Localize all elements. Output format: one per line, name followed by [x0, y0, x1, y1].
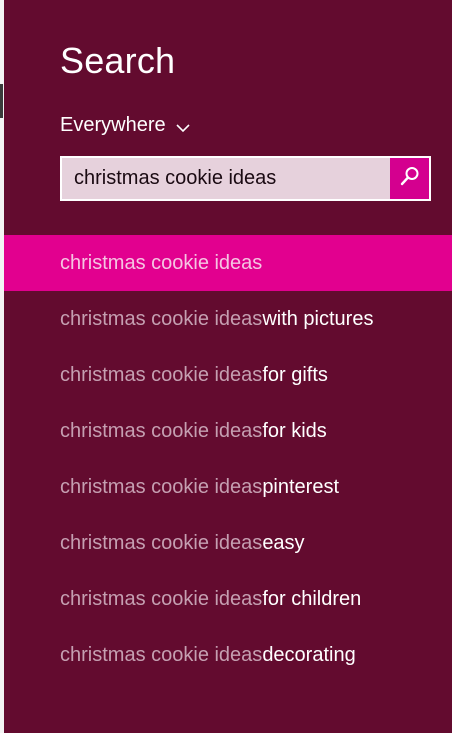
suggestion-item[interactable]: christmas cookie ideas easy — [4, 515, 452, 571]
panel-title: Search — [60, 40, 176, 81]
suggestion-item[interactable]: christmas cookie ideas for children — [4, 571, 452, 627]
suggestion-completion: easy — [262, 531, 305, 554]
suggestion-query: christmas cookie ideas — [60, 531, 263, 554]
suggestion-query: christmas cookie ideas — [60, 475, 263, 498]
magnifier-icon — [399, 165, 421, 192]
suggestion-completion: with pictures — [262, 307, 374, 330]
suggestion-query: christmas cookie ideas — [60, 419, 263, 442]
suggestion-query: christmas cookie ideas — [60, 251, 263, 274]
search-scope-dropdown[interactable]: Everywhere — [60, 112, 190, 138]
search-scope-label: Everywhere — [60, 113, 166, 136]
suggestion-completion: pinterest — [262, 475, 340, 498]
suggestion-completion: for children — [262, 587, 362, 610]
suggestion-item[interactable]: christmas cookie ideas pinterest — [4, 459, 452, 515]
suggestion-item[interactable]: christmas cookie ideas for gifts — [4, 347, 452, 403]
suggestion-query: christmas cookie ideas — [60, 643, 263, 666]
backdrop-fragment — [0, 84, 3, 118]
search-button[interactable] — [390, 158, 429, 199]
chevron-down-icon — [176, 118, 190, 133]
suggestion-item[interactable]: christmas cookie ideas for kids — [4, 403, 452, 459]
suggestion-completion: for gifts — [262, 363, 328, 386]
suggestion-completion: decorating — [262, 643, 356, 666]
suggestion-item[interactable]: christmas cookie ideas decorating — [4, 627, 452, 683]
search-charm-panel: Search Everywhere christmas cookie ideas… — [4, 0, 452, 733]
search-box — [60, 156, 431, 201]
suggestion-query: christmas cookie ideas — [60, 363, 263, 386]
suggestion-completion: for kids — [262, 419, 327, 442]
suggestion-list: christmas cookie ideas christmas cookie … — [4, 235, 452, 683]
suggestion-query: christmas cookie ideas — [60, 307, 263, 330]
suggestion-item[interactable]: christmas cookie ideas — [4, 235, 452, 291]
search-input[interactable] — [62, 158, 390, 199]
suggestion-query: christmas cookie ideas — [60, 587, 263, 610]
suggestion-item[interactable]: christmas cookie ideas with pictures — [4, 291, 452, 347]
